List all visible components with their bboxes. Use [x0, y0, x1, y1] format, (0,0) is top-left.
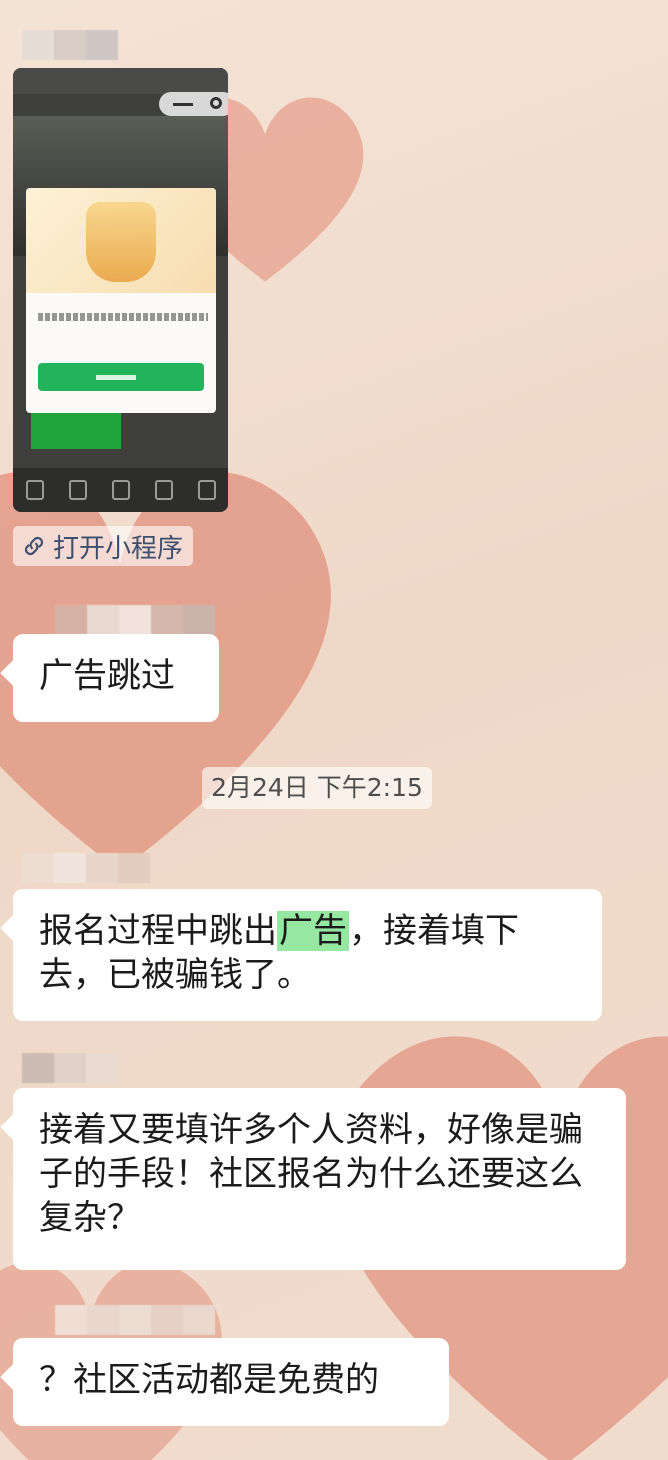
blurred-sender-name: [22, 30, 118, 60]
mini-program-tabbar: [13, 468, 228, 512]
open-mini-program-link[interactable]: 打开小程序: [13, 526, 193, 566]
blurred-sender-name: [22, 853, 150, 883]
message-bubble[interactable]: 接着又要填许多个人资料，好像是骗子的手段！社区报名为什么还要这么复杂？: [13, 1088, 626, 1270]
open-mini-program-label: 打开小程序: [53, 533, 184, 564]
blurred-sender-name: [55, 1305, 215, 1335]
highlighted-text: 广告: [277, 911, 349, 951]
message-bubble[interactable]: ？社区活动都是免费的: [13, 1338, 449, 1426]
ad-popup-preview: [26, 188, 216, 413]
message-text: ？社区活动都是免费的: [39, 1360, 379, 1400]
mini-program-card[interactable]: [13, 68, 228, 512]
timestamp: 2月24日 下午2:15: [202, 767, 432, 809]
message-text: 广告跳过: [39, 656, 175, 696]
message-bubble[interactable]: 报名过程中跳出广告，接着填下去，已被骗钱了。: [13, 889, 602, 1021]
blurred-sender-name: [55, 605, 215, 635]
link-icon: [24, 536, 44, 556]
message-text: 报名过程中跳出: [39, 911, 277, 951]
message-bubble[interactable]: 广告跳过: [13, 634, 219, 722]
blurred-sender-name: [22, 1053, 118, 1083]
message-text: 接着又要填许多个人资料，好像是骗子的手段！社区报名为什么还要这么复杂？: [39, 1110, 583, 1238]
